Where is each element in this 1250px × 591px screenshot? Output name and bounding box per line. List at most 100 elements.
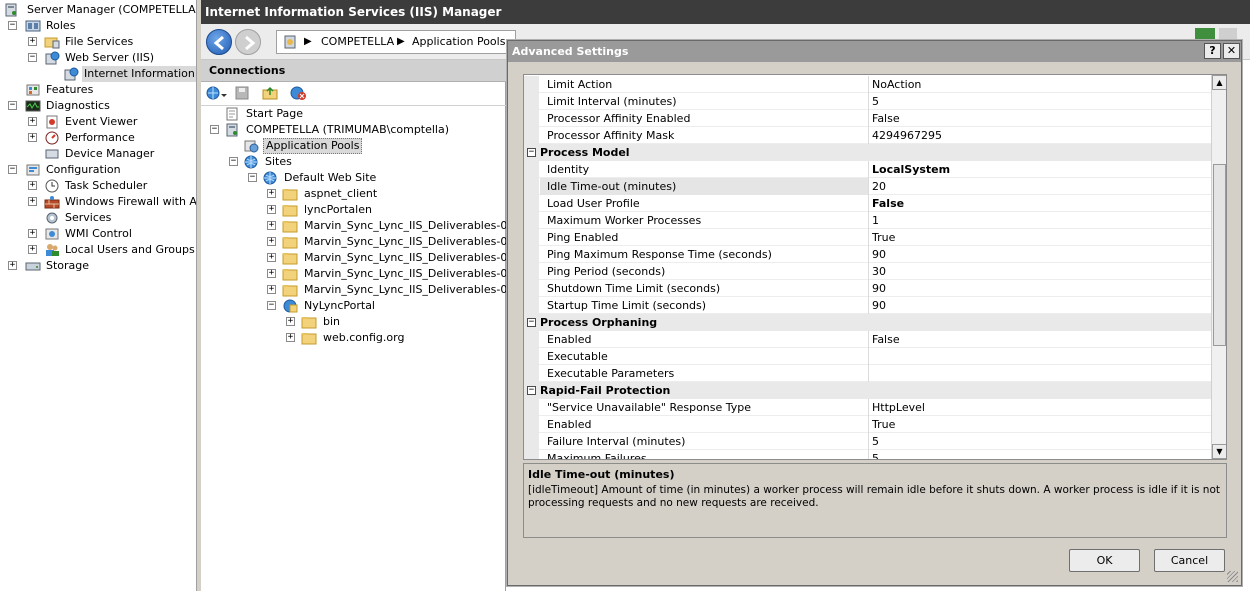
property-value[interactable]: False	[868, 110, 1212, 127]
property-row-failure-interval-minutes[interactable]: Failure Interval (minutes) 5	[524, 433, 1212, 450]
property-value[interactable]: 90	[868, 246, 1212, 263]
collapse-icon[interactable]: −	[229, 157, 238, 166]
connection-tree-item-marvin-sync-lync-iis-deliverables-0-0-0[interactable]: + Marvin_Sync_Lync_IIS_Deliverables-0.0.0	[201, 250, 506, 266]
property-value[interactable]: 20	[868, 178, 1212, 195]
property-value[interactable]: 5	[868, 433, 1212, 450]
forward-button[interactable]	[235, 29, 261, 55]
connection-tree-item-start-page[interactable]: Start Page	[201, 106, 506, 122]
help-button[interactable]: ?	[1204, 43, 1221, 59]
sm-tree-item-task-scheduler[interactable]: + Task Scheduler	[0, 178, 196, 194]
property-row-identity[interactable]: Identity LocalSystem	[524, 161, 1212, 178]
connect-globe-icon[interactable]	[205, 85, 227, 104]
expand-icon[interactable]: +	[267, 221, 276, 230]
property-value[interactable]: HttpLevel	[868, 399, 1212, 416]
sm-tree-item-file-services[interactable]: + File Services	[0, 34, 196, 50]
sm-tree-item-internet-information-se[interactable]: Internet Information Se	[0, 66, 196, 82]
expand-icon[interactable]: +	[28, 245, 37, 254]
scroll-up-icon[interactable]: ▲	[1212, 75, 1226, 90]
sm-tree-item-features[interactable]: Features	[0, 82, 196, 98]
connection-tree-item-sites[interactable]: − Sites	[201, 154, 506, 170]
connection-tree-item-aspnet-client[interactable]: + aspnet_client	[201, 186, 506, 202]
collapse-icon[interactable]: −	[267, 301, 276, 310]
sm-tree-item-windows-firewall-with-adva[interactable]: + Windows Firewall with Adva	[0, 194, 196, 210]
sm-tree-item-storage[interactable]: + Storage	[0, 258, 196, 274]
expand-icon[interactable]: +	[267, 237, 276, 246]
property-row-limit-interval-minutes[interactable]: Limit Interval (minutes) 5	[524, 93, 1212, 110]
property-row-ping-enabled[interactable]: Ping Enabled True	[524, 229, 1212, 246]
property-value[interactable]: LocalSystem	[868, 161, 1212, 178]
connection-tree-item-marvin-sync-lync-iis-deliverables-0-0-0[interactable]: + Marvin_Sync_Lync_IIS_Deliverables-0.0.0	[201, 266, 506, 282]
property-row-limit-action[interactable]: Limit Action NoAction	[524, 76, 1212, 93]
disconnect-icon[interactable]	[290, 85, 308, 104]
cancel-button[interactable]: Cancel	[1154, 549, 1225, 572]
property-row-executable[interactable]: Executable	[524, 348, 1212, 365]
collapse-icon[interactable]: −	[527, 318, 536, 327]
property-value[interactable]: True	[868, 416, 1212, 433]
property-value[interactable]: False	[868, 195, 1212, 212]
property-value[interactable]: 30	[868, 263, 1212, 280]
property-row-ping-maximum-response-time-seconds[interactable]: Ping Maximum Response Time (seconds) 90	[524, 246, 1212, 263]
collapse-icon[interactable]: −	[8, 165, 17, 174]
expand-icon[interactable]: +	[286, 333, 295, 342]
expand-icon[interactable]: +	[286, 317, 295, 326]
property-row-enabled[interactable]: Enabled True	[524, 416, 1212, 433]
property-value[interactable]: 5	[868, 93, 1212, 110]
breadcrumb-server[interactable]: COMPETELLA	[321, 31, 394, 53]
sm-tree-item-server-manager-competella[interactable]: Server Manager (COMPETELLA)	[0, 2, 196, 18]
collapse-icon[interactable]: −	[527, 386, 536, 395]
collapse-icon[interactable]: −	[8, 101, 17, 110]
property-row-maximum-worker-processes[interactable]: Maximum Worker Processes 1	[524, 212, 1212, 229]
expand-icon[interactable]: +	[8, 261, 17, 270]
connection-tree-item-application-pools[interactable]: Application Pools	[201, 138, 506, 154]
sm-tree-item-roles[interactable]: − Roles	[0, 18, 196, 34]
sm-tree-item-event-viewer[interactable]: + Event Viewer	[0, 114, 196, 130]
property-row-ping-period-seconds[interactable]: Ping Period (seconds) 30	[524, 263, 1212, 280]
category-process-orphaning[interactable]: − Process Orphaning	[524, 314, 1212, 331]
expand-icon[interactable]: +	[28, 181, 37, 190]
connection-tree-item-lyncportalen[interactable]: + lyncPortalen	[201, 202, 506, 218]
scroll-down-icon[interactable]: ▼	[1212, 444, 1226, 459]
expand-icon[interactable]: +	[28, 37, 37, 46]
property-row-load-user-profile[interactable]: Load User Profile False	[524, 195, 1212, 212]
sm-tree-item-local-users-and-groups[interactable]: + Local Users and Groups	[0, 242, 196, 258]
property-row-idle-time-out-minutes[interactable]: Idle Time-out (minutes) 20	[524, 178, 1212, 195]
property-row-enabled[interactable]: Enabled False	[524, 331, 1212, 348]
connection-tree-item-marvin-sync-lync-iis-deliverables-0-0-0[interactable]: + Marvin_Sync_Lync_IIS_Deliverables-0.0.0	[201, 234, 506, 250]
sm-tree-item-web-server-iis[interactable]: − Web Server (IIS)	[0, 50, 196, 66]
collapse-icon[interactable]: −	[248, 173, 257, 182]
property-value[interactable]: 5	[868, 450, 1212, 459]
property-value[interactable]: 1	[868, 212, 1212, 229]
connection-tree-item-bin[interactable]: + bin	[201, 314, 506, 330]
sm-tree-item-services[interactable]: Services	[0, 210, 196, 226]
save-icon[interactable]	[234, 85, 250, 104]
property-value[interactable]	[868, 365, 1212, 382]
property-row-executable-parameters[interactable]: Executable Parameters	[524, 365, 1212, 382]
expand-icon[interactable]: +	[28, 133, 37, 142]
resize-grip-icon[interactable]	[1227, 571, 1238, 582]
property-value[interactable]: False	[868, 331, 1212, 348]
property-value[interactable]: NoAction	[868, 76, 1212, 93]
expand-icon[interactable]: +	[267, 253, 276, 262]
collapse-icon[interactable]: −	[527, 148, 536, 157]
collapse-icon[interactable]: −	[28, 53, 37, 62]
expand-icon[interactable]: +	[28, 197, 37, 206]
property-value[interactable]: 90	[868, 297, 1212, 314]
connection-tree-item-default-web-site[interactable]: − Default Web Site	[201, 170, 506, 186]
back-button[interactable]	[206, 29, 232, 55]
property-value[interactable]	[868, 348, 1212, 365]
property-grid-scrollbar[interactable]: ▲ ▼	[1211, 75, 1226, 459]
expand-icon[interactable]: +	[28, 117, 37, 126]
connection-tree-item-web-config-org[interactable]: + web.config.org	[201, 330, 506, 346]
expand-icon[interactable]: +	[28, 229, 37, 238]
property-value[interactable]: 4294967295	[868, 127, 1212, 144]
connection-tree-item-marvin-sync-lync-iis-deliverables-0-0-0[interactable]: + Marvin_Sync_Lync_IIS_Deliverables-0.0.0	[201, 218, 506, 234]
expand-icon[interactable]: +	[267, 205, 276, 214]
sm-tree-item-performance[interactable]: + Performance	[0, 130, 196, 146]
ok-button[interactable]: OK	[1069, 549, 1140, 572]
up-folder-icon[interactable]	[262, 85, 278, 104]
property-row-maximum-failures[interactable]: Maximum Failures 5	[524, 450, 1212, 459]
connection-tree-item-competella-trimumab-comptella[interactable]: − COMPETELLA (TRIMUMAB\comptella)	[201, 122, 506, 138]
property-row-processor-affinity-enabled[interactable]: Processor Affinity Enabled False	[524, 110, 1212, 127]
property-row-processor-affinity-mask[interactable]: Processor Affinity Mask 4294967295	[524, 127, 1212, 144]
connection-tree-item-nylyncportal[interactable]: − NyLyncPortal	[201, 298, 506, 314]
